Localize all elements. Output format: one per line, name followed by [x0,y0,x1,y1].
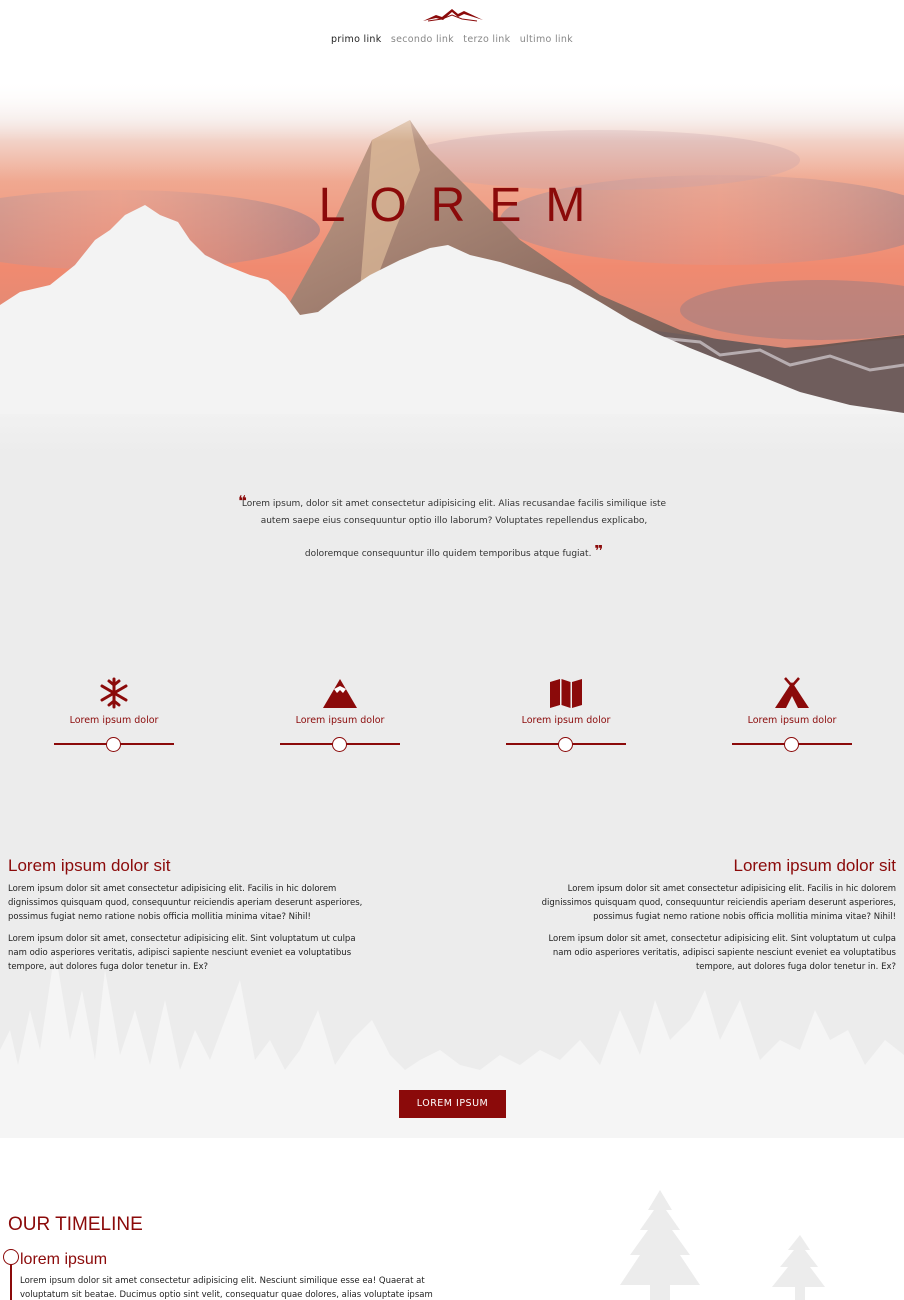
feature-label: Lorem ipsum dolor [295,715,385,726]
column-paragraph: Lorem ipsum dolor sit amet, consectetur … [548,934,896,972]
nav-link-primo[interactable]: primo link [331,34,381,45]
column-paragraph: Lorem ipsum dolor sit amet consectetur a… [8,884,363,922]
column-title: Lorem ipsum dolor sit [733,856,896,875]
feature-slider[interactable] [280,737,400,752]
pine-trees-decoration [620,1190,825,1300]
feature-label: Lorem ipsum dolor [521,715,611,726]
main-nav: primo link secondo link terzo link ultim… [0,34,904,45]
quote-text-1: Lorem ipsum, dolor sit amet consectetur … [241,499,667,526]
slider-handle[interactable] [784,737,799,752]
map-icon [550,679,582,708]
column-paragraph: Lorem ipsum dolor sit amet, consectetur … [8,934,356,972]
nav-link-terzo[interactable]: terzo link [463,34,510,45]
feature-label: Lorem ipsum dolor [747,715,837,726]
feature-label: Lorem ipsum dolor [69,715,159,726]
header: primo link secondo link terzo link ultim… [0,0,904,80]
text-column-right: Lorem ipsum dolor sit Lorem ipsum dolor … [536,856,896,982]
timeline-title: OUR TIMELINE [8,1214,143,1235]
column-title: Lorem ipsum dolor sit [8,856,171,875]
slider-handle[interactable] [106,737,121,752]
feature-slider[interactable] [54,737,174,752]
slider-handle[interactable] [558,737,573,752]
feature-tent: Lorem ipsum dolor [732,676,852,752]
mountain-icon [323,679,357,708]
tent-icon [775,677,809,708]
hero-title: LOREM [318,179,610,232]
feature-slider[interactable] [732,737,852,752]
slider-handle[interactable] [332,737,347,752]
hero-fade [0,414,904,454]
feature-slider[interactable] [506,737,626,752]
hero-banner: LOREM [0,80,904,420]
timeline-entry-title: lorem ipsum [20,1251,108,1268]
open-quote-icon: ❝ [238,492,247,510]
text-column-left: Lorem ipsum dolor sit Lorem ipsum dolor … [8,856,368,982]
feature-map: Lorem ipsum dolor [506,676,626,752]
cta-button[interactable]: LOREM IPSUM [399,1090,506,1118]
logo-mountain-icon[interactable] [422,6,484,24]
close-quote-icon: ❞ [594,542,604,560]
feature-mountain: Lorem ipsum dolor [280,676,400,752]
snowflake-icon [100,677,128,709]
quote-text-2: doloremque consequuntur illo quidem temp… [240,543,668,563]
quote-text-2-content: doloremque consequuntur illo quidem temp… [304,549,592,559]
timeline-line [10,1265,12,1300]
quote-block: ❝ Lorem ipsum, dolor sit amet consectetu… [238,492,668,563]
column-paragraph: Lorem ipsum dolor sit amet consectetur a… [541,884,896,922]
nav-link-secondo[interactable]: secondo link [391,34,454,45]
timeline-entry-text: Lorem ipsum dolor sit amet consectetur a… [20,1276,433,1300]
feature-snow: Lorem ipsum dolor [54,676,174,752]
hero-sunset-mountain-image [0,80,904,420]
timeline-marker [3,1249,19,1265]
nav-link-ultimo[interactable]: ultimo link [520,34,573,45]
